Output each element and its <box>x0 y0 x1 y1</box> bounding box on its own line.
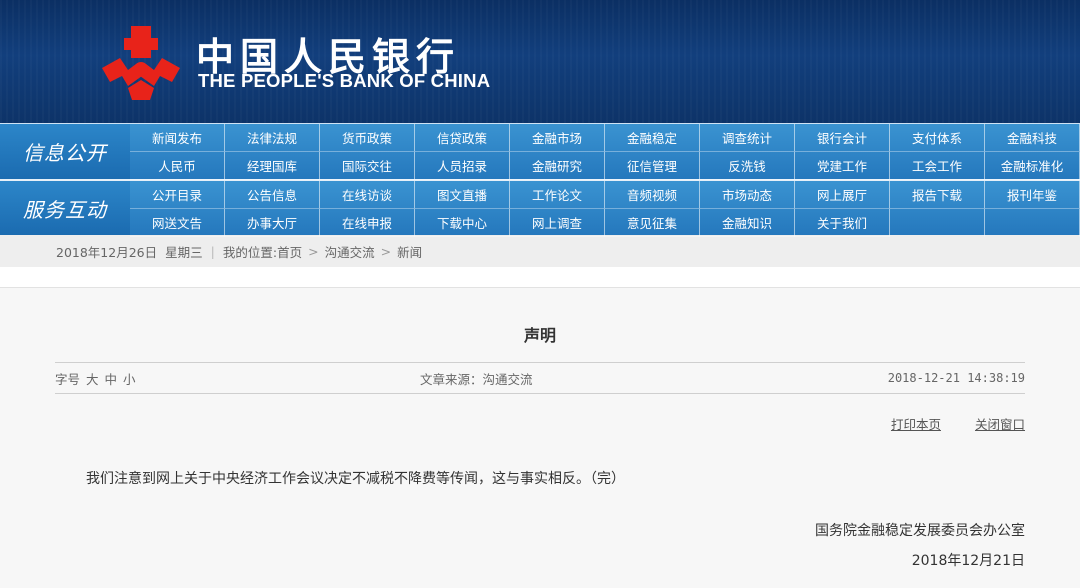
nav-item-link[interactable]: 报刊年鉴 <box>985 181 1080 209</box>
nav-item-link[interactable]: 货币政策 <box>320 124 415 152</box>
close-window-link[interactable]: 关闭窗口 <box>975 414 1025 433</box>
nav-item-link[interactable]: 人民币 <box>130 152 225 180</box>
nav-item-link[interactable]: 调查统计 <box>700 124 795 152</box>
current-weekday: 星期三 <box>165 244 203 260</box>
nav-item-link[interactable]: 网上展厅 <box>795 181 890 209</box>
nav-item-link[interactable]: 党建工作 <box>795 152 890 180</box>
current-date: 2018年12月26日 <box>56 244 158 260</box>
article-container: 声明 字号 大 中 小 文章来源：沟通交流 2018-12-21 14:38:1… <box>0 287 1080 588</box>
nav-item-link[interactable]: 金融稳定 <box>605 124 700 152</box>
breadcrumb-level2-link[interactable]: 新闻 <box>397 242 422 261</box>
font-size-label: 字号 <box>55 371 81 387</box>
breadcrumb-arrow-icon: > <box>308 243 319 259</box>
nav-item-link[interactable]: 工会工作 <box>890 152 985 180</box>
nav-item-link[interactable]: 办事大厅 <box>225 209 320 237</box>
article-source: 文章来源：沟通交流 <box>420 371 533 387</box>
nav-service-title: 服务互动 <box>0 181 130 235</box>
nav-item-link[interactable]: 公开目录 <box>130 181 225 209</box>
breadcrumb-level1-link[interactable]: 沟通交流 <box>325 242 375 261</box>
nav-item-link[interactable]: 金融标准化 <box>985 152 1080 180</box>
nav-item-link[interactable]: 金融市场 <box>510 124 605 152</box>
nav-item-link[interactable]: 新闻发布 <box>130 124 225 152</box>
nav-info-grid: 新闻发布 法律法规 货币政策 信贷政策 金融市场 金融稳定 调查统计 银行会计 支付体系 金融科技… <box>130 124 1080 180</box>
nav-item-link[interactable]: 征信管理 <box>605 152 700 180</box>
nav-item-link[interactable]: 金融研究 <box>510 152 605 180</box>
signature-date: 2018年12月21日 <box>911 553 1025 569</box>
article-body: 我们注意到网上关于中央经济工作会议决定不减税不降费等传闻，这与事实相反。（完） <box>86 471 625 487</box>
nav-empty-cell <box>890 209 985 237</box>
nav-item-link[interactable]: 网送文告 <box>130 209 225 237</box>
nav-item-link[interactable]: 金融知识 <box>700 209 795 237</box>
font-size-selector: 字号 大 中 小 <box>55 369 136 388</box>
nav-empty-cell <box>985 209 1080 237</box>
nav-item-link[interactable]: 工作论文 <box>510 181 605 209</box>
nav-item-link[interactable]: 国际交往 <box>320 152 415 180</box>
header-banner: 中国人民银行 THE PEOPLE'S BANK OF CHINA <box>0 0 1080 123</box>
article-actions: 打印本页 关闭窗口 <box>891 414 1025 433</box>
nav-item-link[interactable]: 报告下载 <box>890 181 985 209</box>
nav-item-link[interactable]: 信贷政策 <box>415 124 510 152</box>
nav-item-link[interactable]: 意见征集 <box>605 209 700 237</box>
breadcrumb-home-link[interactable]: 首页 <box>277 242 302 261</box>
nav-service-interaction: 服务互动 公开目录 公告信息 在线访谈 图文直播 工作论文 音频视频 市场动态 网上展厅 报告下… <box>0 179 1080 237</box>
nav-item-link[interactable]: 市场动态 <box>700 181 795 209</box>
nav-info-disclosure: 信息公开 新闻发布 法律法规 货币政策 信贷政策 金融市场 金融稳定 调查统计 银行会计 支付体… <box>0 123 1080 180</box>
nav-item-link[interactable]: 银行会计 <box>795 124 890 152</box>
nav-item-link[interactable]: 人员招录 <box>415 152 510 180</box>
font-size-medium-button[interactable]: 中 <box>105 369 118 388</box>
nav-item-link[interactable]: 在线访谈 <box>320 181 415 209</box>
breadcrumb-arrow-icon: > <box>380 243 392 259</box>
nav-service-grid: 公开目录 公告信息 在线访谈 图文直播 工作论文 音频视频 市场动态 网上展厅 报告下载 报刊年鉴… <box>130 181 1080 237</box>
nav-item-link[interactable]: 音频视频 <box>605 181 700 209</box>
nav-item-link[interactable]: 公告信息 <box>225 181 320 209</box>
font-size-small-button[interactable]: 小 <box>123 369 136 388</box>
nav-item-link[interactable]: 图文直播 <box>415 181 510 209</box>
breadcrumb: 2018年12月26日 星期三 | 我的位置: 首页 > 沟通交流 > 新闻 <box>0 235 1080 267</box>
article-timestamp: 2018-12-21 14:38:19 <box>887 371 1025 385</box>
nav-item-link[interactable]: 经理国库 <box>225 152 320 180</box>
nav-item-link[interactable]: 支付体系 <box>890 124 985 152</box>
nav-item-link[interactable]: 在线申报 <box>320 209 415 237</box>
pboc-logo-icon[interactable] <box>98 24 184 102</box>
nav-item-link[interactable]: 下载中心 <box>415 209 510 237</box>
font-size-large-button[interactable]: 大 <box>86 369 99 388</box>
nav-item-link[interactable]: 网上调查 <box>510 209 605 237</box>
print-page-link[interactable]: 打印本页 <box>891 414 941 433</box>
article-meta-bar: 字号 大 中 小 文章来源：沟通交流 2018-12-21 14:38:19 <box>55 362 1025 394</box>
nav-item-link[interactable]: 关于我们 <box>795 209 890 237</box>
location-label: 我的位置: <box>222 244 278 260</box>
signature-organization: 国务院金融稳定发展委员会办公室 <box>815 523 1025 539</box>
nav-item-link[interactable]: 法律法规 <box>225 124 320 152</box>
logo-english-name: THE PEOPLE'S BANK OF CHINA <box>198 70 491 91</box>
breadcrumb-divider: | <box>210 243 215 259</box>
nav-item-link[interactable]: 反洗钱 <box>700 152 795 180</box>
nav-info-title: 信息公开 <box>0 124 130 179</box>
nav-item-link[interactable]: 金融科技 <box>985 124 1080 152</box>
article-title: 声明 <box>523 326 556 345</box>
